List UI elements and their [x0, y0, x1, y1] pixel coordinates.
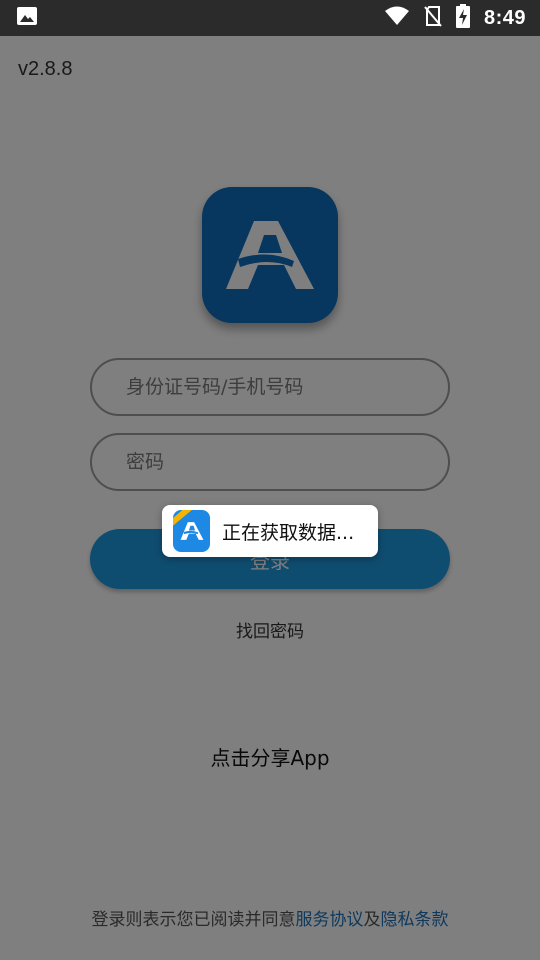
status-bar: 8:49 [0, 0, 540, 36]
battery-charging-icon [455, 4, 470, 32]
no-sim-icon [424, 5, 442, 31]
loading-overlay [0, 36, 540, 960]
app-icon [173, 510, 210, 552]
logo-a-icon [180, 522, 203, 540]
status-time: 8:49 [483, 6, 526, 29]
toast-message: 正在获取数据... [222, 521, 355, 544]
loading-toast: 正在获取数据... [162, 505, 378, 557]
wifi-icon [384, 6, 410, 30]
image-icon [16, 6, 38, 30]
status-icons: 8:49 [384, 4, 526, 32]
